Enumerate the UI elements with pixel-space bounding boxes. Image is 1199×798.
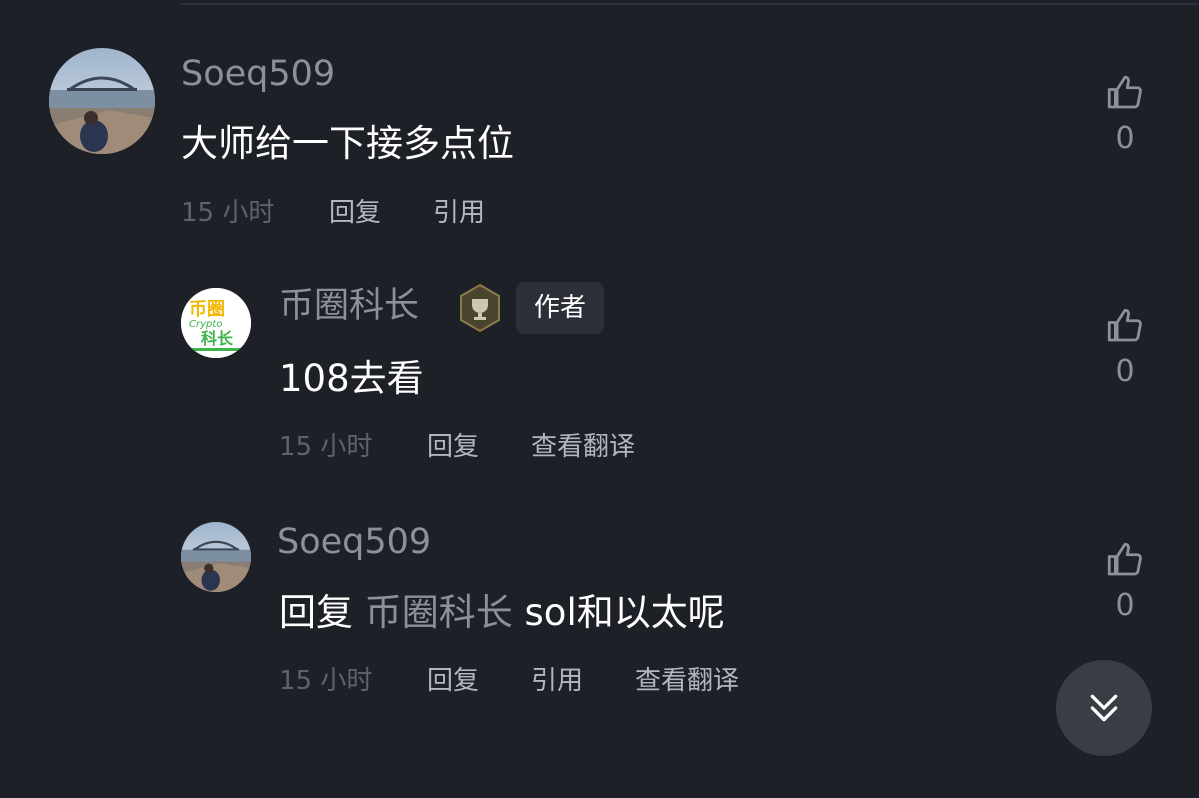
- avatar-image: [181, 522, 251, 592]
- comment-timestamp: 15 小时: [181, 198, 275, 228]
- like-button[interactable]: 0: [1100, 305, 1150, 387]
- reply-body: sol和以太呢: [524, 591, 725, 634]
- user-avatar[interactable]: [181, 522, 251, 592]
- like-count: 0: [1115, 588, 1135, 623]
- quote-button[interactable]: 引用: [531, 668, 583, 694]
- divider: [180, 3, 1199, 5]
- comment-text: 回复 币圈科长 sol和以太呢: [279, 594, 725, 631]
- like-button[interactable]: 0: [1100, 72, 1150, 154]
- thumbs-up-icon: [1107, 308, 1142, 342]
- view-translation-button[interactable]: 查看翻译: [635, 668, 739, 694]
- like-count: 0: [1115, 354, 1135, 389]
- comment-meta: 15 小时 回复 查看翻译: [279, 434, 687, 460]
- comment-username[interactable]: Soeq509: [181, 57, 335, 92]
- reply-button[interactable]: 回复: [427, 668, 479, 694]
- avatar-image: 币圈 Crypto 科长: [181, 288, 251, 358]
- reply-button[interactable]: 回复: [427, 434, 479, 460]
- comment-text: 大师给一下接多点位: [181, 122, 514, 165]
- comment-timestamp: 15 小时: [279, 432, 373, 462]
- comment-timestamp: 15 小时: [279, 666, 373, 696]
- reply-prefix: 回复: [279, 591, 353, 634]
- like-button[interactable]: 0: [1100, 539, 1150, 621]
- quote-button[interactable]: 引用: [433, 200, 485, 226]
- comment-meta: 15 小时 回复 引用 查看翻译: [279, 668, 791, 694]
- view-translation-button[interactable]: 查看翻译: [531, 434, 635, 460]
- trophy-badge-icon: [460, 283, 500, 333]
- author-avatar[interactable]: 币圈 Crypto 科长: [181, 288, 251, 358]
- comment-username[interactable]: 币圈科长: [279, 289, 419, 324]
- avatar-image: [49, 48, 155, 154]
- scroll-down-button[interactable]: [1056, 660, 1152, 756]
- comment-username[interactable]: Soeq509: [277, 525, 431, 560]
- comment-text: 108去看: [279, 357, 424, 400]
- thumbs-up-icon: [1107, 542, 1142, 576]
- thumbs-up-icon: [1107, 75, 1142, 109]
- comment-meta: 15 小时 回复 引用: [181, 200, 537, 226]
- user-avatar[interactable]: [49, 48, 155, 154]
- author-badge: 作者: [516, 282, 605, 334]
- reply-button[interactable]: 回复: [329, 200, 381, 226]
- mention-link[interactable]: 币圈科长: [365, 591, 513, 634]
- double-chevron-down-icon: [1090, 694, 1118, 722]
- avatar-logo-text: 科长: [201, 329, 234, 348]
- comment-thread: Soeq509 大师给一下接多点位 15 小时 回复 引用 0 币圈 Crypt…: [0, 0, 1199, 798]
- like-count: 0: [1115, 121, 1135, 156]
- avatar-logo-text: 币圈: [189, 299, 225, 320]
